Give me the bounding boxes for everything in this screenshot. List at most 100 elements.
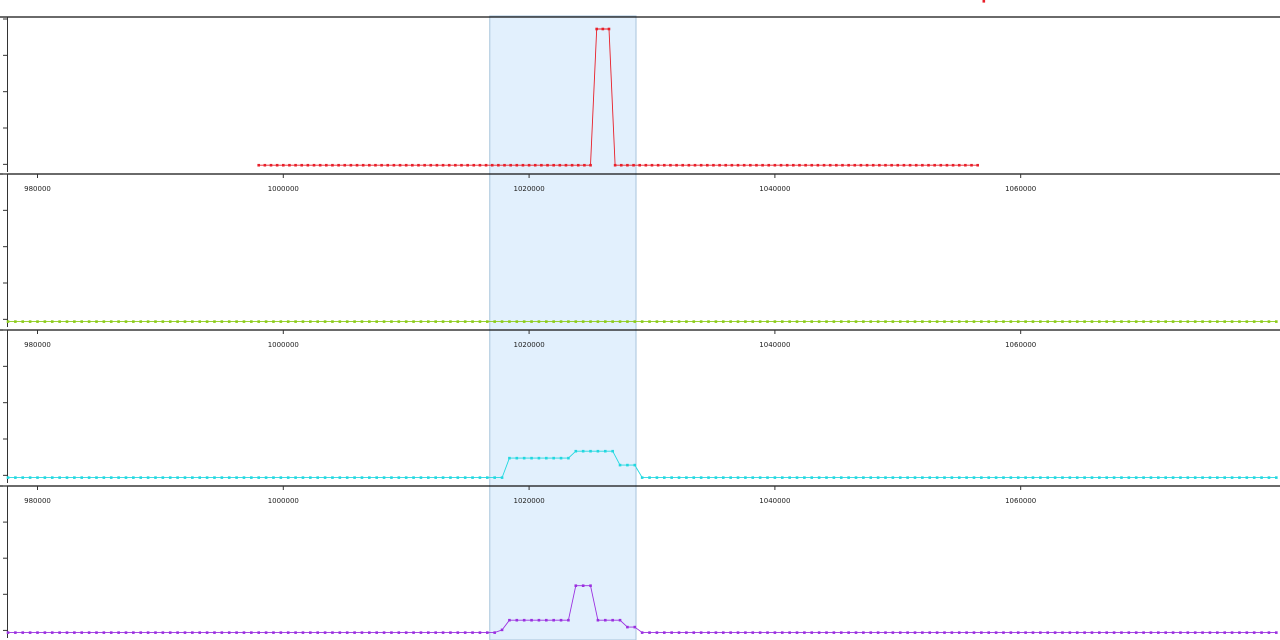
data-point xyxy=(331,320,334,323)
data-point xyxy=(423,163,426,167)
data-point xyxy=(884,476,887,479)
data-point xyxy=(957,631,961,634)
data-point xyxy=(191,320,194,323)
data-point xyxy=(773,476,777,479)
data-point xyxy=(65,476,69,479)
data-point xyxy=(1186,320,1190,323)
data-point xyxy=(994,476,998,479)
data-point xyxy=(933,163,936,167)
data-point xyxy=(970,163,973,167)
data-point xyxy=(928,476,932,479)
data-point xyxy=(1208,631,1212,634)
data-point xyxy=(552,163,555,167)
data-point xyxy=(449,320,452,323)
data-point xyxy=(1105,476,1109,479)
data-point xyxy=(1238,476,1241,479)
tracks-svg: 980000 1000000 1020000 1040000 1060000 980000… xyxy=(0,0,1280,640)
data-point xyxy=(205,631,209,634)
track-panel-3 xyxy=(0,329,1280,483)
data-point xyxy=(478,163,482,167)
data-point xyxy=(154,476,157,479)
data-point xyxy=(1098,631,1101,634)
data-point xyxy=(281,163,285,167)
x-tick-label: 980000 xyxy=(24,341,51,349)
data-point xyxy=(921,163,924,167)
data-point xyxy=(902,163,906,167)
data-point xyxy=(832,476,836,479)
x-tick-label: 1020000 xyxy=(513,497,544,505)
data-point xyxy=(816,163,820,167)
data-point xyxy=(454,163,457,167)
data-point xyxy=(1112,320,1116,323)
data-point xyxy=(980,476,983,479)
data-point xyxy=(537,320,541,323)
data-point xyxy=(761,163,764,167)
data-point xyxy=(522,320,526,323)
data-point xyxy=(355,163,359,167)
data-point xyxy=(692,476,696,479)
x-tick-label: 1040000 xyxy=(759,341,790,349)
data-point xyxy=(191,631,194,634)
data-point xyxy=(73,476,76,479)
data-point xyxy=(785,163,789,167)
data-point xyxy=(736,320,740,323)
data-point xyxy=(87,631,91,634)
data-point xyxy=(564,163,568,167)
data-point xyxy=(323,476,327,479)
data-point xyxy=(213,631,216,634)
data-point xyxy=(325,163,328,167)
data-point xyxy=(655,320,659,323)
data-point xyxy=(168,320,172,323)
data-point xyxy=(751,320,755,323)
data-point xyxy=(552,456,555,460)
data-point xyxy=(736,476,740,479)
data-point xyxy=(434,320,437,323)
data-point xyxy=(1171,631,1175,634)
data-point xyxy=(286,631,290,634)
data-point xyxy=(950,476,954,479)
data-point xyxy=(323,320,327,323)
data-point xyxy=(1024,631,1027,634)
data-point xyxy=(758,631,762,634)
data-point xyxy=(1098,320,1101,323)
data-point xyxy=(176,631,179,634)
data-point xyxy=(65,320,69,323)
data-point xyxy=(939,163,943,167)
data-point xyxy=(943,476,946,479)
data-point xyxy=(1061,320,1064,323)
data-point xyxy=(161,476,165,479)
data-point xyxy=(1046,631,1050,634)
data-point xyxy=(803,320,806,323)
data-point xyxy=(729,476,732,479)
data-point xyxy=(272,631,275,634)
data-point xyxy=(712,163,715,167)
data-point xyxy=(581,449,585,453)
series-line xyxy=(8,585,1277,634)
data-point xyxy=(1238,320,1241,323)
data-point xyxy=(921,320,924,323)
data-point xyxy=(788,476,791,479)
data-point xyxy=(780,320,784,323)
data-point xyxy=(692,631,696,634)
data-point xyxy=(361,163,365,167)
data-point xyxy=(109,320,113,323)
data-point xyxy=(964,163,967,167)
data-point xyxy=(14,476,17,479)
data-point xyxy=(884,163,887,167)
data-point xyxy=(294,163,297,167)
data-point xyxy=(832,320,836,323)
data-point xyxy=(788,631,791,634)
data-point xyxy=(1134,320,1138,323)
data-point xyxy=(353,320,356,323)
data-point xyxy=(607,27,611,31)
data-point xyxy=(331,476,334,479)
data-point xyxy=(662,320,666,323)
data-point xyxy=(742,163,746,167)
data-point xyxy=(1002,320,1005,323)
data-point xyxy=(913,320,917,323)
data-point xyxy=(878,163,881,167)
data-point xyxy=(1061,631,1064,634)
data-point xyxy=(73,320,76,323)
data-point xyxy=(744,476,747,479)
data-point xyxy=(1090,476,1094,479)
